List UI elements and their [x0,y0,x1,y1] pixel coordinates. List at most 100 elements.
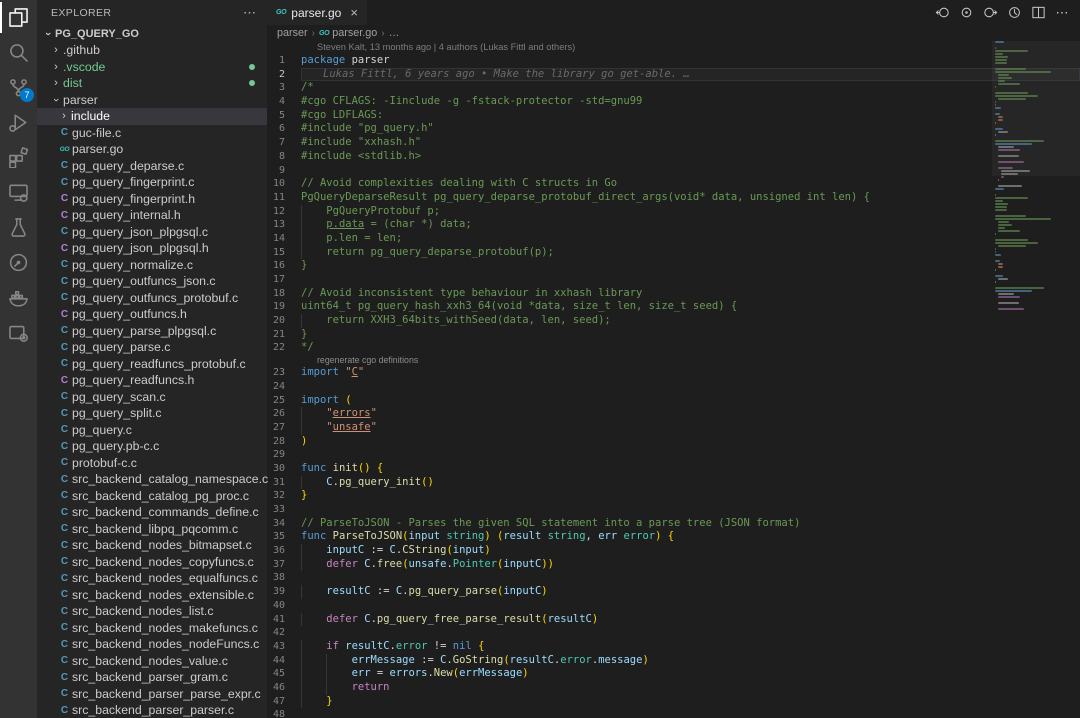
prev-change-icon[interactable] [932,3,952,23]
tree-item-protobuf-c-c[interactable]: Cprotobuf-c.c [37,455,267,472]
tree-item-guc-file-c[interactable]: Cguc-file.c [37,125,267,142]
code-line[interactable]: 4#cgo CFLAGS: -Iinclude -g -fstack-prote… [267,95,1080,109]
tree-item-src-backend-commands-define-c[interactable]: Csrc_backend_commands_define.c [37,504,267,521]
tree-item-pg-query-normalize-c[interactable]: Cpg_query_normalize.c [37,257,267,274]
code-line[interactable]: 22*/ [267,341,1080,355]
tree-item-src-backend-nodes-bitmapset-c[interactable]: Csrc_backend_nodes_bitmapset.c [37,537,267,554]
code-line[interactable]: 23import "C" [267,366,1080,380]
code-line[interactable]: 47 } [267,695,1080,709]
code-line[interactable]: 18// Avoid inconsistent type behaviour i… [267,287,1080,301]
code-line[interactable]: 17 [267,273,1080,287]
code-line[interactable]: 32} [267,489,1080,503]
search-icon[interactable] [0,35,37,70]
code-line[interactable]: 19uint64_t pg_query_hash_xxh3_64(void *d… [267,300,1080,314]
code-line[interactable]: 6#include "pg_query.h" [267,122,1080,136]
code-line[interactable]: 25import ( [267,394,1080,408]
code-line[interactable]: 46 return [267,681,1080,695]
tree-item-pg-query-outfuncs-h[interactable]: Cpg_query_outfuncs.h [37,306,267,323]
code-line[interactable]: 9 [267,164,1080,178]
code-line[interactable]: 3/* [267,81,1080,95]
tree-item-src-backend-parser-parser-c[interactable]: Csrc_backend_parser_parser.c [37,702,267,718]
extensions-icon[interactable] [0,140,37,175]
tree-item-src-backend-catalog-namespace-c[interactable]: Csrc_backend_catalog_namespace.c [37,471,267,488]
tree-item-src-backend-nodes-nodefuncs-c[interactable]: Csrc_backend_nodes_nodeFuncs.c [37,636,267,653]
code-line[interactable]: 5#cgo LDFLAGS: [267,109,1080,123]
code-line[interactable]: 10// Avoid complexities dealing with C s… [267,177,1080,191]
tree-item-src-backend-nodes-extensible-c[interactable]: Csrc_backend_nodes_extensible.c [37,587,267,604]
code-line[interactable]: 8#include <stdlib.h> [267,150,1080,164]
more-icon[interactable]: ⋯ [1052,3,1072,23]
code-line[interactable]: 30func init() { [267,462,1080,476]
code-line[interactable]: 2Lukas Fittl, 6 years ago • Make the lib… [267,68,1080,82]
tree-item-pg-query-outfuncs-json-c[interactable]: Cpg_query_outfuncs_json.c [37,273,267,290]
codelens-link[interactable]: regenerate cgo definitions [267,355,1080,366]
code-line[interactable]: 37 defer C.free(unsafe.Pointer(inputC)) [267,558,1080,572]
breadcrumb-item[interactable]: … [389,27,400,39]
tree-item-pg-query-readfuncs-protobuf-c[interactable]: Cpg_query_readfuncs_protobuf.c [37,356,267,373]
tree-item-src-backend-parser-gram-c[interactable]: Csrc_backend_parser_gram.c [37,669,267,686]
close-tab-icon[interactable]: × [350,5,358,20]
tree-item-pg-query-fingerprint-c[interactable]: Cpg_query_fingerprint.c [37,174,267,191]
code-line[interactable]: 20 return XXH3_64bits_withSeed(data, len… [267,314,1080,328]
tree-item-parser[interactable]: ›parser [37,92,267,109]
tree-item-pg-query-pb-c-c[interactable]: Cpg_query.pb-c.c [37,438,267,455]
code-line[interactable]: 33 [267,503,1080,517]
tree-item-src-backend-nodes-copyfuncs-c[interactable]: Csrc_backend_nodes_copyfuncs.c [37,554,267,571]
tree-item-pg-query-readfuncs-h[interactable]: Cpg_query_readfuncs.h [37,372,267,389]
breadcrumb-item[interactable]: parser [277,27,308,39]
remote-explorer-icon[interactable] [0,175,37,210]
tree-item-src-backend-nodes-list-c[interactable]: Csrc_backend_nodes_list.c [37,603,267,620]
tree-item-src-backend-parser-parse-expr-c[interactable]: Csrc_backend_parser_parse_expr.c [37,686,267,703]
tree-item-pg-query-fingerprint-h[interactable]: Cpg_query_fingerprint.h [37,191,267,208]
code-line[interactable]: 40 [267,599,1080,613]
code-line[interactable]: 35func ParseToJSON(input string) (result… [267,530,1080,544]
code-line[interactable]: 21} [267,328,1080,342]
tree-item-parser-go[interactable]: GOparser.go [37,141,267,158]
docker-icon[interactable] [0,280,37,315]
timeline-icon[interactable] [1004,3,1024,23]
code-line[interactable]: 34// ParseToJSON - Parses the given SQL … [267,517,1080,531]
code-line[interactable]: 43 if resultC.error != nil { [267,640,1080,654]
tree-item-src-backend-libpq-pqcomm-c[interactable]: Csrc_backend_libpq_pqcomm.c [37,521,267,538]
code-line[interactable]: 45 err = errors.New(errMessage) [267,667,1080,681]
container-tools-icon[interactable] [0,315,37,350]
code-line[interactable]: 12 PgQueryProtobuf p; [267,205,1080,219]
code-line[interactable]: 31 C.pg_query_init() [267,476,1080,490]
minimap-slider[interactable] [992,41,1080,176]
testing-icon[interactable] [0,210,37,245]
code-line[interactable]: 27 "unsafe" [267,421,1080,435]
code-line[interactable]: 42 [267,626,1080,640]
tree-item-pg-query-parse-plpgsql-c[interactable]: Cpg_query_parse_plpgsql.c [37,323,267,340]
tree-item--vscode[interactable]: ›.vscode [37,59,267,76]
tree-item-pg-query-split-c[interactable]: Cpg_query_split.c [37,405,267,422]
tree-item-src-backend-nodes-equalfuncs-c[interactable]: Csrc_backend_nodes_equalfuncs.c [37,570,267,587]
tree-item-dist[interactable]: ›dist [37,75,267,92]
tree-item-pg-query-scan-c[interactable]: Cpg_query_scan.c [37,389,267,406]
code-line[interactable]: 14 p.len = len; [267,232,1080,246]
tree-item-pg-query-json-plpgsql-h[interactable]: Cpg_query_json_plpgsql.h [37,240,267,257]
tree-item-pg-query-json-plpgsql-c[interactable]: Cpg_query_json_plpgsql.c [37,224,267,241]
code-line[interactable]: 26 "errors" [267,407,1080,421]
code-line[interactable]: 39 resultC := C.pg_query_parse(inputC) [267,585,1080,599]
code-line[interactable]: 15 return pg_query_deparse_protobuf(p); [267,246,1080,260]
explorer-icon[interactable] [0,0,37,35]
breadcrumb-item[interactable]: GOparser.go [319,27,377,39]
tree-item-src-backend-nodes-makefuncs-c[interactable]: Csrc_backend_nodes_makefuncs.c [37,620,267,637]
code-editor[interactable]: Steven Kalt, 13 months ago | 4 authors (… [267,41,1080,718]
tree-item-src-backend-catalog-pg-proc-c[interactable]: Csrc_backend_catalog_pg_proc.c [37,488,267,505]
tree-item-pg-query-outfuncs-protobuf-c[interactable]: Cpg_query_outfuncs_protobuf.c [37,290,267,307]
source-control-icon[interactable]: 7 [0,70,37,105]
tree-item-pg-query-c[interactable]: Cpg_query.c [37,422,267,439]
tree-root-pg-query-go[interactable]: ›PG_QUERY_GO [37,26,267,42]
code-line[interactable]: 29 [267,448,1080,462]
tree-item-pg-query-internal-h[interactable]: Cpg_query_internal.h [37,207,267,224]
open-change-icon[interactable] [956,3,976,23]
code-line[interactable]: 7#include "xxhash.h" [267,136,1080,150]
minimap[interactable] [992,41,1080,321]
code-line[interactable]: 44 errMessage := C.GoString(resultC.erro… [267,654,1080,668]
code-line[interactable]: 48 [267,708,1080,718]
code-line[interactable]: 11PgQueryDeparseResult pg_query_deparse_… [267,191,1080,205]
code-line[interactable]: 41 defer C.pg_query_free_parse_result(re… [267,613,1080,627]
more-actions-icon[interactable]: ⋯ [243,5,257,21]
code-line[interactable]: 16} [267,259,1080,273]
